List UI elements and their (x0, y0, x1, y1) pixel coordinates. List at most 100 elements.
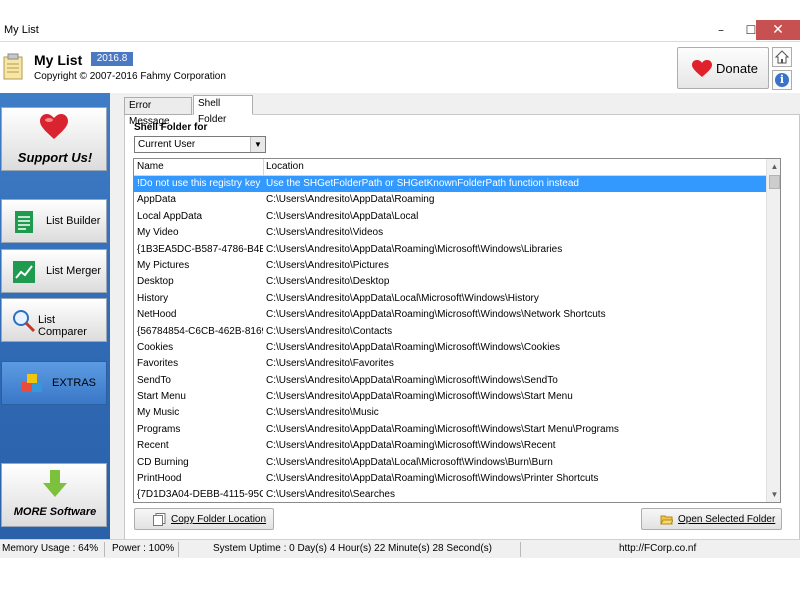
list-builder-label: List Builder (46, 215, 101, 227)
folder-name-cell: PrintHood (137, 473, 182, 485)
table-row[interactable]: Cookies C:\Users\Andresito\AppData\Roamin… (134, 340, 766, 356)
home-icon (774, 50, 790, 64)
vertical-scrollbar[interactable]: ▲ ▼ (766, 159, 780, 502)
chevron-down-icon: ▼ (250, 137, 265, 152)
table-row[interactable]: History C:\Users\Andresito\AppData\Local\… (134, 291, 766, 307)
table-row[interactable]: CD Burning C:\Users\Andresito\AppData\Loc… (134, 455, 766, 471)
user-scope-select[interactable]: Current User ▼ (134, 136, 266, 153)
table-row[interactable]: {7D1D3A04-DEBB-4115-95CF-2F29DA2920DA}C:… (134, 487, 766, 502)
memory-usage-status: Memory Usage : 64% (2, 543, 99, 554)
table-row[interactable]: My Pictures C:\Users\Andresito\Pictures (134, 258, 766, 274)
app-header: My List 2016.8 Copyright © 2007-2016 Fah… (0, 43, 800, 93)
tab-shell-folder[interactable]: Shell Folder (193, 95, 253, 125)
folder-location-cell: C:\Users\Andresito\AppData\Roaming\Micro… (266, 341, 560, 353)
list-merger-button[interactable]: List Merger (1, 249, 107, 293)
status-divider (104, 542, 105, 557)
folder-location-cell: C:\Users\Andresito\AppData\Roaming\Micro… (266, 423, 619, 435)
table-row[interactable]: NetHood C:\Users\Andresito\AppData\Roamin… (134, 307, 766, 323)
folder-name-cell: History (137, 292, 169, 304)
column-divider[interactable] (263, 159, 264, 176)
folder-location-cell: C:\Users\Andresito\AppData\Local\Microso… (266, 292, 539, 304)
more-software-label: MORE Software (13, 506, 97, 518)
folder-location-cell: C:\Users\Andresito\Pictures (266, 259, 389, 271)
folder-location-cell: C:\Users\Andresito\Favorites (266, 358, 394, 370)
status-divider (178, 542, 179, 557)
minimize-button[interactable]: – (706, 20, 736, 40)
version-badge: 2016.8 (91, 52, 133, 66)
folder-name-cell: AppData (137, 194, 176, 206)
table-row[interactable]: Desktop C:\Users\Andresito\Desktop (134, 274, 766, 290)
list-builder-button[interactable]: List Builder (1, 199, 107, 243)
folder-location-cell: C:\Users\Andresito\AppData\Roaming (266, 194, 435, 206)
open-selected-folder-button[interactable]: Open Selected Folder (641, 508, 782, 530)
magnifier-icon (13, 310, 36, 333)
folder-location-cell: C:\Users\Andresito\AppData\Roaming\Micro… (266, 440, 556, 452)
folder-location-cell: C:\Users\Andresito\AppData\Roaming\Micro… (266, 473, 599, 485)
table-row[interactable]: My Music C:\Users\Andresito\Music (134, 405, 766, 421)
shell-folder-for-label: Shell Folder for (134, 122, 208, 133)
scroll-up-icon[interactable]: ▲ (767, 159, 780, 174)
tab-error-message[interactable]: Error Message (124, 97, 192, 127)
scroll-thumb[interactable] (769, 175, 780, 189)
table-row[interactable]: PrintHood C:\Users\Andresito\AppData\Roam… (134, 471, 766, 487)
list-rows: !Do not use this registry key Use the SHG… (134, 176, 766, 502)
table-row[interactable]: Programs C:\Users\Andresito\AppData\Roami… (134, 422, 766, 438)
cubes-icon (22, 374, 42, 392)
table-row[interactable]: {1B3EA5DC-B587-4786-B4EF-BD1DC332AEAE}C:… (134, 242, 766, 258)
copy-folder-location-label: Copy Folder Location (171, 514, 267, 525)
list-comparer-label: List Comparer (38, 314, 87, 338)
table-row[interactable]: AppData C:\Users\Andresito\AppData\Roamin… (134, 192, 766, 208)
column-header-name[interactable]: Name (137, 161, 164, 172)
website-link[interactable]: http://FCorp.co.nf (619, 543, 696, 554)
info-button[interactable]: i (772, 70, 792, 90)
folder-location-cell: C:\Users\Andresito\Searches (266, 489, 395, 501)
table-row[interactable]: My Video C:\Users\Andresito\Videos (134, 225, 766, 241)
folder-name-cell: Programs (137, 423, 181, 435)
table-row[interactable]: Local AppData C:\Users\Andresito\AppData\… (134, 209, 766, 225)
title-bar: My List – ☐ ✕ (0, 20, 800, 42)
open-selected-folder-label: Open Selected Folder (678, 514, 776, 525)
folder-name-cell: Local AppData (137, 210, 203, 222)
more-software-button[interactable]: MORE Software (1, 463, 107, 527)
table-row[interactable]: SendTo C:\Users\Andresito\AppData\Roaming… (134, 373, 766, 389)
chart-icon (13, 261, 35, 283)
folder-name-cell: Recent (137, 440, 169, 452)
home-button[interactable] (772, 47, 792, 67)
extras-label: EXTRAS (52, 377, 97, 389)
folder-location-cell: C:\Users\Andresito\AppData\Roaming\Micro… (266, 309, 606, 321)
folder-name-cell: Cookies (137, 341, 174, 353)
shell-folder-list[interactable]: Name Location !Do not use this registry … (133, 158, 781, 503)
support-us-label: Support Us! (17, 150, 93, 165)
donate-button[interactable]: Donate (677, 47, 769, 89)
folder-name-cell: Favorites (137, 358, 179, 370)
notepad-icon (3, 53, 23, 80)
close-button[interactable]: ✕ (756, 20, 800, 40)
folder-location-cell: C:\Users\Andresito\AppData\Roaming\Micro… (266, 391, 573, 403)
folder-location-cell: C:\Users\Andresito\AppData\Roaming\Micro… (266, 243, 563, 255)
sidebar: Support Us! List Builder List Merger Lis… (0, 93, 110, 543)
folder-name-cell: CD Burning (137, 456, 189, 468)
support-us-button[interactable]: Support Us! (1, 107, 107, 171)
folder-name-cell: Start Menu (137, 391, 186, 403)
window-title: My List (4, 24, 39, 36)
copy-icon (153, 513, 166, 526)
donate-label: Donate (716, 61, 758, 76)
folder-location-cell: C:\Users\Andresito\AppData\Local\Microso… (266, 456, 553, 468)
table-row[interactable]: !Do not use this registry key Use the SHG… (134, 176, 766, 193)
copy-folder-location-button[interactable]: Copy Folder Location (134, 508, 274, 530)
folder-name-cell: {1B3EA5DC-B587-4786-B4EF-BD1DC332AEAE} (137, 243, 263, 255)
app-name: My List (34, 52, 83, 68)
main-window: My List 2016.8 Copyright © 2007-2016 Fah… (0, 43, 800, 545)
scroll-down-icon[interactable]: ▼ (767, 487, 780, 502)
list-comparer-button[interactable]: List Comparer (1, 298, 107, 342)
extras-button[interactable]: EXTRAS (1, 361, 107, 405)
table-row[interactable]: Recent C:\Users\Andresito\AppData\Roaming… (134, 438, 766, 454)
folder-location-cell: Use the SHGetFolderPath or SHGetKnownFol… (266, 178, 579, 189)
folder-name-cell: My Video (137, 227, 179, 239)
table-row[interactable]: Favorites C:\Users\Andresito\Favorites (134, 356, 766, 372)
download-arrow-icon (43, 470, 67, 497)
table-row[interactable]: {56784854-C6CB-462B-8169-88E350ACB882}C:… (134, 324, 766, 340)
column-header-location[interactable]: Location (266, 161, 304, 172)
folder-location-cell: C:\Users\Andresito\Videos (266, 227, 384, 239)
table-row[interactable]: Start Menu C:\Users\Andresito\AppData\Roa… (134, 389, 766, 405)
